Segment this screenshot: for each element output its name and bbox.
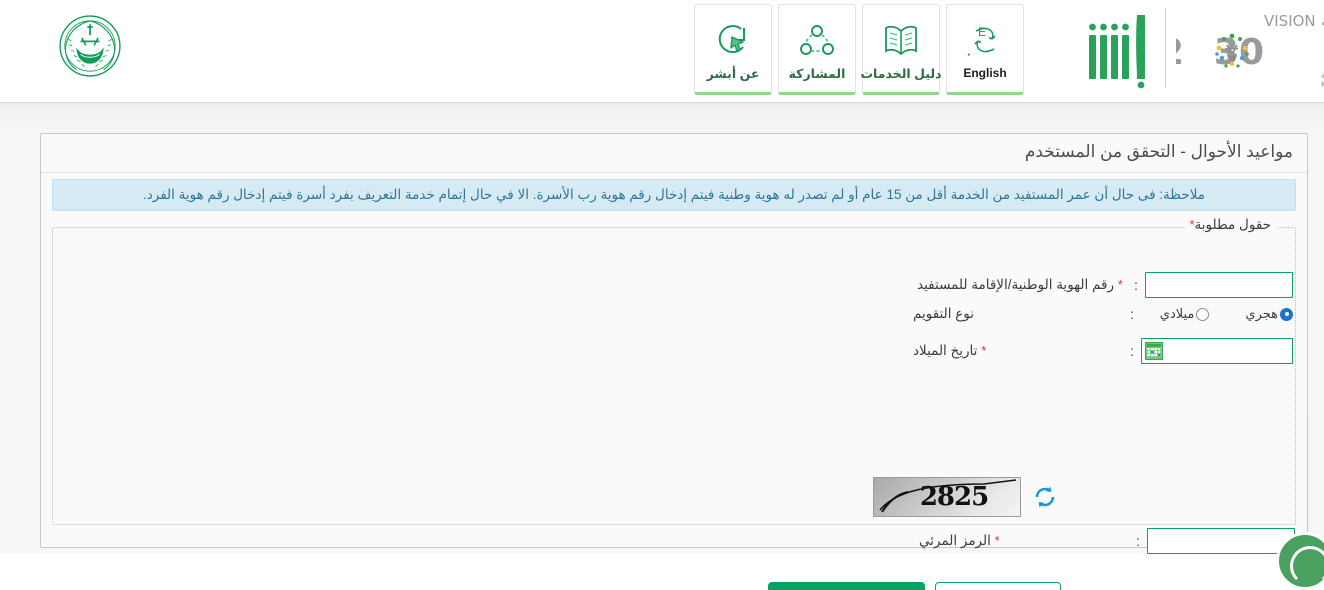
birth-date-row: : * تاريخ الميلاد (913, 338, 1293, 364)
radio-option-gregorian[interactable]: ميلادي (1160, 306, 1210, 322)
field-colon: : (1130, 306, 1134, 322)
birth-date-input[interactable] (1141, 338, 1293, 364)
nav-card-label: English (963, 66, 1007, 80)
captcha-text: 2825 (919, 482, 989, 512)
visual-code-input[interactable] (1147, 528, 1295, 554)
nav-card-label: عن أبشر (706, 67, 760, 81)
form-actions: مسح التحقق من بياناتي (768, 582, 1061, 590)
required-fields-label: حقول مطلوبة (1194, 217, 1271, 232)
calendar-icon[interactable] (1145, 342, 1163, 360)
national-id-label: * رقم الهوية الوطنية/الإقامة للمستفيد (917, 277, 1127, 293)
radio-gregorian-indicator[interactable] (1196, 307, 1210, 321)
calendar-type-label: نوع التقويم (913, 306, 975, 321)
required-fields-legend: حقول مطلوبة* (1183, 217, 1277, 233)
field-colon: : (1134, 277, 1138, 293)
svg-text:ع: ع (968, 32, 970, 56)
chat-support-widget[interactable] (1276, 532, 1324, 590)
visual-code-row: : * الرمز المرئي (919, 528, 1295, 554)
nav-card-label: المشاركة (788, 67, 846, 81)
services-guide-book-icon (883, 18, 919, 62)
nav-card-about-absher[interactable]: عن أبشر (694, 4, 772, 95)
page-title: مواعيد الأحوال - التحقق من المستخدم (1024, 142, 1293, 161)
radio-hijri-indicator[interactable] (1280, 307, 1293, 321)
radio-option-hijri[interactable]: هجري (1245, 306, 1293, 322)
ministry-of-interior-emblem (56, 12, 124, 80)
header-nav-cards: ع E English دليل الخدمات (694, 4, 1024, 95)
nav-card-services-guide[interactable]: دليل الخدمات (860, 4, 942, 95)
radio-gregorian-label: ميلادي (1159, 306, 1195, 321)
verification-panel: مواعيد الأحوال - التحقق من المستخدم ملاح… (40, 133, 1308, 548)
required-asterisk: * (1117, 277, 1123, 292)
refresh-icon[interactable] (1033, 485, 1057, 509)
vision-2030-logo: VISION رؤيــــة 2 30 المملكة العرب (1159, 6, 1324, 90)
required-asterisk: * (994, 533, 1000, 548)
brand-divider (1165, 8, 1166, 88)
page-body: مواعيد الأحوال - التحقق من المستخدم ملاح… (0, 103, 1324, 590)
visual-code-label: * الرمز المرئي (919, 533, 1129, 549)
info-notice-text: ملاحظة: فى حال أن عمر المستفيد من الخدمة… (143, 187, 1205, 202)
required-asterisk: * (981, 343, 987, 358)
brand-logos: VISION رؤيــــة 2 30 المملكة العرب (1085, 6, 1324, 90)
captcha-row: 2825 (873, 477, 1057, 517)
nav-card-label: دليل الخدمات (860, 67, 942, 81)
nav-card-share[interactable]: المشاركة (778, 4, 856, 95)
national-id-label-text: رقم الهوية الوطنية/الإقامة للمستفيد (917, 277, 1114, 292)
captcha-image: 2825 (873, 477, 1021, 517)
calendar-type-row: هجري ميلادي : نوع التقويم (913, 306, 1293, 322)
birth-date-label: * تاريخ الميلاد (913, 343, 1123, 359)
absher-logo (1085, 7, 1155, 89)
national-id-row: : * رقم الهوية الوطنية/الإقامة للمستفيد (917, 272, 1293, 298)
field-colon: : (1136, 533, 1140, 549)
site-header: ع E English دليل الخدمات (0, 0, 1324, 103)
visual-code-label-text: الرمز المرئي (919, 533, 991, 548)
svg-text:VISION: VISION (1264, 12, 1316, 30)
language-switch-icon: ع E (968, 18, 1002, 62)
clear-button[interactable]: مسح (935, 582, 1061, 590)
svg-text:2: 2 (1176, 32, 1184, 73)
national-id-input[interactable] (1145, 272, 1293, 298)
birth-date-field (1141, 338, 1293, 364)
field-colon: : (1130, 343, 1134, 359)
calendar-type-radio-group: هجري ميلادي (1141, 306, 1293, 322)
verify-button[interactable]: التحقق من بياناتي (768, 582, 925, 590)
birth-date-label-text: تاريخ الميلاد (913, 343, 978, 358)
nav-card-english[interactable]: ع E English (946, 4, 1024, 95)
svg-text:E: E (978, 25, 986, 39)
radio-hijri-label: هجري (1245, 306, 1278, 321)
title-divider (41, 172, 1307, 173)
info-notice-banner: ملاحظة: فى حال أن عمر المستفيد من الخدمة… (52, 179, 1296, 211)
about-absher-cursor-icon (715, 18, 751, 62)
share-network-icon (799, 18, 835, 62)
